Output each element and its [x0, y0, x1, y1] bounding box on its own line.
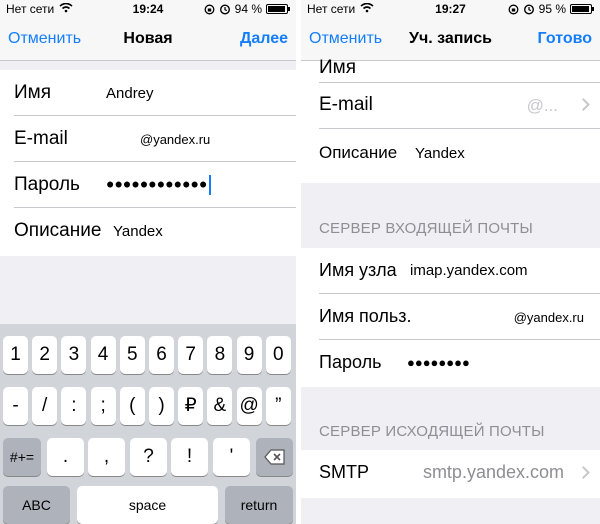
- key-digit[interactable]: 7: [178, 336, 204, 374]
- email-label: E-mail: [319, 94, 373, 115]
- key-digit[interactable]: 1: [3, 336, 28, 374]
- email-row[interactable]: E-mail @...: [301, 83, 600, 129]
- alarm-icon: [523, 4, 534, 15]
- key-symbol[interactable]: ₽: [178, 387, 204, 425]
- key-symbol[interactable]: ): [149, 387, 174, 425]
- name-field[interactable]: Andrey: [106, 85, 154, 102]
- backspace-key[interactable]: [256, 438, 293, 476]
- key-symbol[interactable]: :: [61, 387, 87, 425]
- key-digit[interactable]: 4: [90, 336, 116, 374]
- key-punctuation[interactable]: ,: [88, 438, 125, 476]
- abc-key[interactable]: ABC: [3, 486, 70, 524]
- hostname-label: Имя узла: [319, 260, 397, 280]
- key-punctuation[interactable]: !: [171, 438, 208, 476]
- email-value: @...: [526, 96, 558, 115]
- battery-percent: 95 %: [538, 2, 566, 16]
- text-cursor: [209, 175, 212, 195]
- key-punctuation[interactable]: ': [213, 438, 250, 476]
- battery-icon: [570, 4, 594, 14]
- email-label: E-mail: [14, 128, 68, 149]
- key-symbol[interactable]: /: [32, 387, 58, 425]
- name-row[interactable]: Имя: [301, 41, 600, 83]
- incoming-server-header: СЕРВЕР ВХОДЯЩЕЙ ПОЧТЫ: [319, 220, 533, 237]
- key-symbol[interactable]: &: [207, 387, 233, 425]
- description-field[interactable]: Yandex: [113, 223, 163, 240]
- password-field[interactable]: ●●●●●●●●: [407, 355, 470, 370]
- status-bar: Нет сети 19:27 95 %: [301, 0, 600, 18]
- next-button[interactable]: Далее: [240, 30, 288, 48]
- name-label: Имя: [14, 82, 52, 103]
- description-row[interactable]: Описание Yandex: [301, 129, 600, 175]
- alarm-icon: [219, 4, 230, 15]
- backspace-icon: [263, 449, 285, 465]
- key-symbol[interactable]: -: [3, 387, 28, 425]
- password-label: Пароль: [319, 352, 382, 372]
- navigation-bar: Отменить Новая Далее: [0, 18, 296, 61]
- hostname-field[interactable]: imap.yandex.com: [410, 262, 528, 279]
- rotation-lock-icon: [508, 4, 519, 14]
- username-row[interactable]: Имя польз. @yandex.ru: [301, 294, 600, 340]
- smtp-row[interactable]: SMTP smtp.yandex.com: [301, 450, 600, 496]
- key-digit[interactable]: 3: [61, 336, 87, 374]
- chevron-right-icon: [577, 98, 590, 111]
- left-phone-screen: Нет сети 19:24 94 % Отменить Новая Далее…: [0, 0, 296, 524]
- smtp-label: SMTP: [319, 462, 370, 482]
- status-bar: Нет сети 19:24 94 %: [0, 0, 296, 18]
- key-digit[interactable]: 0: [265, 336, 291, 374]
- chevron-right-icon: [577, 466, 590, 479]
- name-label: Имя: [319, 57, 357, 78]
- key-punctuation[interactable]: .: [47, 438, 84, 476]
- hostname-row[interactable]: Имя узла imap.yandex.com: [301, 248, 600, 294]
- outgoing-server-section: SMTP smtp.yandex.com: [301, 450, 600, 498]
- password-field[interactable]: ●●●●●●●●●●●●: [106, 176, 207, 192]
- account-form: Имя Andrey E-mail @yandex.ru Пароль ●●●●…: [0, 70, 296, 256]
- password-row[interactable]: Пароль ●●●●●●●●●●●●: [0, 162, 296, 208]
- username-field[interactable]: @yandex.ru: [514, 310, 584, 325]
- password-label: Пароль: [14, 174, 80, 195]
- description-row[interactable]: Описание Yandex: [0, 208, 296, 254]
- key-digit[interactable]: 5: [119, 336, 145, 374]
- key-digit[interactable]: 2: [32, 336, 58, 374]
- incoming-server-section: Имя узла imap.yandex.com Имя польз. @yan…: [301, 248, 600, 387]
- screenshot-pair: Нет сети 19:24 94 % Отменить Новая Далее…: [0, 0, 600, 524]
- account-section: Имя E-mail @... Описание Yandex: [301, 57, 600, 183]
- space-key[interactable]: space: [77, 486, 218, 524]
- key-punctuation[interactable]: ?: [130, 438, 167, 476]
- email-row[interactable]: E-mail @yandex.ru: [0, 116, 296, 162]
- outgoing-server-header: СЕРВЕР ИСХОДЯЩЕЙ ПОЧТЫ: [319, 423, 545, 440]
- key-symbol[interactable]: ”: [265, 387, 291, 425]
- rotation-lock-icon: [204, 4, 215, 14]
- name-row[interactable]: Имя Andrey: [0, 70, 296, 116]
- key-digit[interactable]: 9: [236, 336, 262, 374]
- battery-icon: [266, 4, 290, 14]
- description-label: Описание: [319, 143, 398, 162]
- key-symbol[interactable]: @: [236, 387, 262, 425]
- battery-percent: 94 %: [234, 2, 262, 16]
- numeric-keyboard: 1 -2 /3:4; 5 (6) 7 ₽8 & 9 @0 ” #+=.,?! ' ABC space retu…: [0, 324, 296, 524]
- smtp-value: smtp.yandex.com: [422, 462, 564, 482]
- symbols-key[interactable]: #+=: [3, 438, 41, 476]
- password-row[interactable]: Пароль ●●●●●●●●: [301, 340, 600, 386]
- key-symbol[interactable]: ;: [90, 387, 116, 425]
- key-symbol[interactable]: (: [119, 387, 145, 425]
- description-value[interactable]: Yandex: [415, 145, 465, 162]
- return-key[interactable]: return: [225, 486, 293, 524]
- key-digit[interactable]: 6: [149, 336, 174, 374]
- key-digit[interactable]: 8: [207, 336, 233, 374]
- right-phone-screen: Нет сети 19:27 95 % Отменить Уч. запись …: [301, 0, 600, 524]
- email-field[interactable]: @yandex.ru: [140, 132, 210, 147]
- description-label: Описание: [14, 220, 102, 241]
- username-label: Имя польз.: [319, 306, 412, 326]
